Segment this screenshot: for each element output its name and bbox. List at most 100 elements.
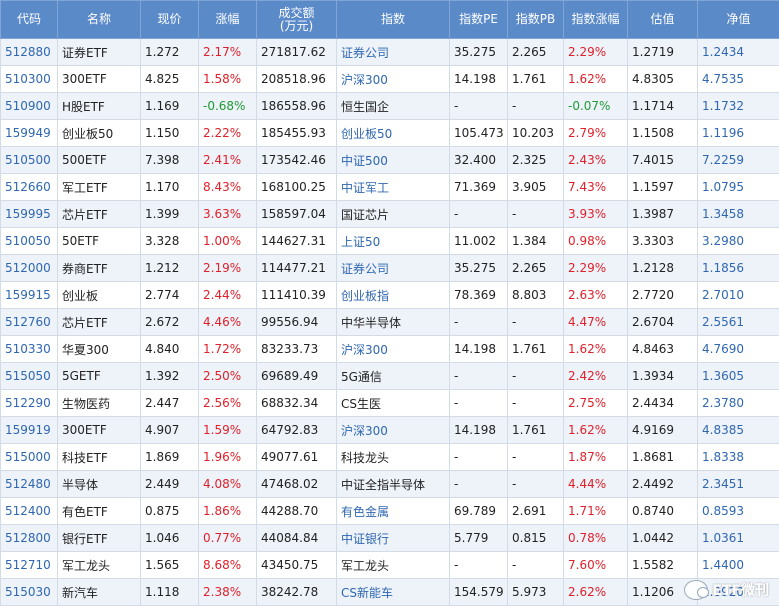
cell-code[interactable]: 510500 — [0, 146, 58, 174]
cell-pb: 1.761 — [507, 335, 564, 363]
table-row[interactable]: 510900 H股ETF 1.169 -0.68% 186558.96 恒生国企 - - -0.… — [0, 92, 779, 120]
cell-name: 创业板50 — [57, 119, 141, 147]
cell-code[interactable]: 515000 — [0, 443, 58, 471]
cell-name: 科技ETF — [57, 443, 141, 471]
table-row[interactable]: 515050 5GETF 1.392 2.50% 69689.49 5G通信 - -2.42%… — [0, 362, 779, 390]
table-row[interactable]: 512710 军工龙头 1.565 8.68% 43450.75 军工龙头 - -7.60% 1… — [0, 551, 779, 579]
table-row[interactable]: 512760 芯片ETF 2.672 4.46% 99556.94 中华半导体 - -4.47… — [0, 308, 779, 336]
cell-estimate: 1.1597 — [627, 173, 698, 201]
cell-index[interactable]: 沪深300 — [336, 416, 450, 444]
cell-index[interactable]: 证券公司 — [336, 38, 450, 66]
table-row[interactable]: 512290 生物医药 2.447 2.56% 68832.34 CS生医 - -2.75% 2… — [0, 389, 779, 417]
cell-index[interactable]: 沪深300 — [336, 335, 450, 363]
table-row[interactable]: 510300 300ETF 4.825 1.58% 208518.96 沪深300 14.1… — [0, 65, 779, 93]
cell-index[interactable]: CS新能车 — [336, 578, 450, 606]
header-index-change[interactable]: 指数涨幅 — [563, 0, 628, 39]
cell-pb: 1.761 — [507, 65, 564, 93]
cell-name: 华夏300 — [57, 335, 141, 363]
cell-index[interactable]: 中证军工 — [336, 173, 450, 201]
cell-nav: 1.3458 — [697, 200, 779, 228]
cell-pb: - — [507, 389, 564, 417]
cell-estimate: 1.0442 — [627, 524, 698, 552]
cell-name: 500ETF — [57, 146, 141, 174]
header-nav[interactable]: 净值 — [697, 0, 779, 39]
table-row[interactable]: 512480 半导体 2.449 4.08% 47468.02 中证全指半导体 - -4.44… — [0, 470, 779, 498]
cell-pe: 14.198 — [449, 335, 508, 363]
cell-price: 1.392 — [140, 362, 199, 390]
table-row[interactable]: 159915 创业板 2.774 2.44% 111410.39 创业板指 78.369 8.… — [0, 281, 779, 309]
cell-code[interactable]: 512290 — [0, 389, 58, 417]
table-row[interactable]: 512400 有色ETF 0.875 1.86% 44288.70 有色金属 69.789 2… — [0, 497, 779, 525]
table-row[interactable]: 512800 银行ETF 1.046 0.77% 44084.84 中证银行 5.779 0.… — [0, 524, 779, 552]
cell-pe: - — [449, 389, 508, 417]
cell-index-change: 2.75% — [563, 389, 628, 417]
cell-index[interactable]: 创业板50 — [336, 119, 450, 147]
cell-code[interactable]: 512480 — [0, 470, 58, 498]
table-row[interactable]: 159919 300ETF 4.907 1.59% 64792.83 沪深300 14.19… — [0, 416, 779, 444]
cell-code[interactable]: 510050 — [0, 227, 58, 255]
table-row[interactable]: 512660 军工ETF 1.170 8.43% 168100.25 中证军工 71.369… — [0, 173, 779, 201]
table-row[interactable]: 510050 50ETF 3.328 1.00% 144627.31 上证50 11.002… — [0, 227, 779, 255]
cell-name: 有色ETF — [57, 497, 141, 525]
cell-estimate: 1.2128 — [627, 254, 698, 282]
cell-code[interactable]: 512760 — [0, 308, 58, 336]
cell-code[interactable]: 512710 — [0, 551, 58, 579]
cell-estimate: 1.8681 — [627, 443, 698, 471]
cell-estimate: 2.7720 — [627, 281, 698, 309]
cell-pe: 14.198 — [449, 65, 508, 93]
cell-code[interactable]: 515050 — [0, 362, 58, 390]
cell-code[interactable]: 159949 — [0, 119, 58, 147]
cell-index: 中华半导体 — [336, 308, 450, 336]
cell-nav: 0.8593 — [697, 497, 779, 525]
cell-change: 2.17% — [198, 38, 257, 66]
table-header: 代码 名称 现价 涨幅 成交额 (万元) 指数 指数PE 指数PB 指数涨幅 估… — [0, 0, 779, 39]
cell-code[interactable]: 510300 — [0, 65, 58, 93]
table-row[interactable]: 512880 证券ETF 1.272 2.17% 271817.62 证券公司 35.275… — [0, 38, 779, 66]
cell-code[interactable]: 159919 — [0, 416, 58, 444]
table-row[interactable]: 159949 创业板50 1.150 2.22% 185455.93 创业板50 105.4… — [0, 119, 779, 147]
cell-index[interactable]: 中证银行 — [336, 524, 450, 552]
cell-code[interactable]: 510900 — [0, 92, 58, 120]
cell-code[interactable]: 512800 — [0, 524, 58, 552]
header-price[interactable]: 现价 — [140, 0, 199, 39]
header-estimate[interactable]: 估值 — [627, 0, 698, 39]
cell-price: 4.907 — [140, 416, 199, 444]
cell-index[interactable]: 有色金属 — [336, 497, 450, 525]
table-row[interactable]: 515030 新汽车 1.118 2.38% 38242.78 CS新能车 154.579 5… — [0, 578, 779, 606]
cell-index[interactable]: 创业板指 — [336, 281, 450, 309]
table-row[interactable]: 510500 500ETF 7.398 2.41% 173542.46 中证500 32.4… — [0, 146, 779, 174]
header-code[interactable]: 代码 — [0, 0, 58, 39]
cell-pe: - — [449, 470, 508, 498]
cell-pe: 35.275 — [449, 254, 508, 282]
cell-code[interactable]: 512400 — [0, 497, 58, 525]
header-name[interactable]: 名称 — [57, 0, 141, 39]
cell-index-change: 7.60% — [563, 551, 628, 579]
table-row[interactable]: 512000 券商ETF 1.212 2.19% 114477.21 证券公司 35.275… — [0, 254, 779, 282]
header-change[interactable]: 涨幅 — [198, 0, 257, 39]
header-pe[interactable]: 指数PE — [449, 0, 508, 39]
cell-code[interactable]: 510330 — [0, 335, 58, 363]
table-row[interactable]: 515000 科技ETF 1.869 1.96% 49077.61 科技龙头 - -1.87%… — [0, 443, 779, 471]
cell-price: 0.875 — [140, 497, 199, 525]
table-row[interactable]: 159995 芯片ETF 1.399 3.63% 158597.04 国证芯片 - -3.93… — [0, 200, 779, 228]
header-index[interactable]: 指数 — [336, 0, 450, 39]
cell-code[interactable]: 512000 — [0, 254, 58, 282]
cell-code[interactable]: 515030 — [0, 578, 58, 606]
header-volume[interactable]: 成交额 (万元) — [256, 0, 337, 39]
cell-index[interactable]: 中证500 — [336, 146, 450, 174]
cell-code[interactable]: 159915 — [0, 281, 58, 309]
cell-nav: 4.7535 — [697, 65, 779, 93]
cell-code[interactable]: 159995 — [0, 200, 58, 228]
cell-index: 5G通信 — [336, 362, 450, 390]
cell-index[interactable]: 沪深300 — [336, 65, 450, 93]
cell-index-change: 2.29% — [563, 254, 628, 282]
cell-code[interactable]: 512660 — [0, 173, 58, 201]
cell-index[interactable]: 上证50 — [336, 227, 450, 255]
cell-index[interactable]: 证券公司 — [336, 254, 450, 282]
cell-pb: - — [507, 470, 564, 498]
header-pb[interactable]: 指数PB — [507, 0, 564, 39]
cell-code[interactable]: 512880 — [0, 38, 58, 66]
cell-pe: - — [449, 200, 508, 228]
cell-pb: 1.384 — [507, 227, 564, 255]
table-row[interactable]: 510330 华夏300 4.840 1.72% 83233.73 沪深300 14.198… — [0, 335, 779, 363]
